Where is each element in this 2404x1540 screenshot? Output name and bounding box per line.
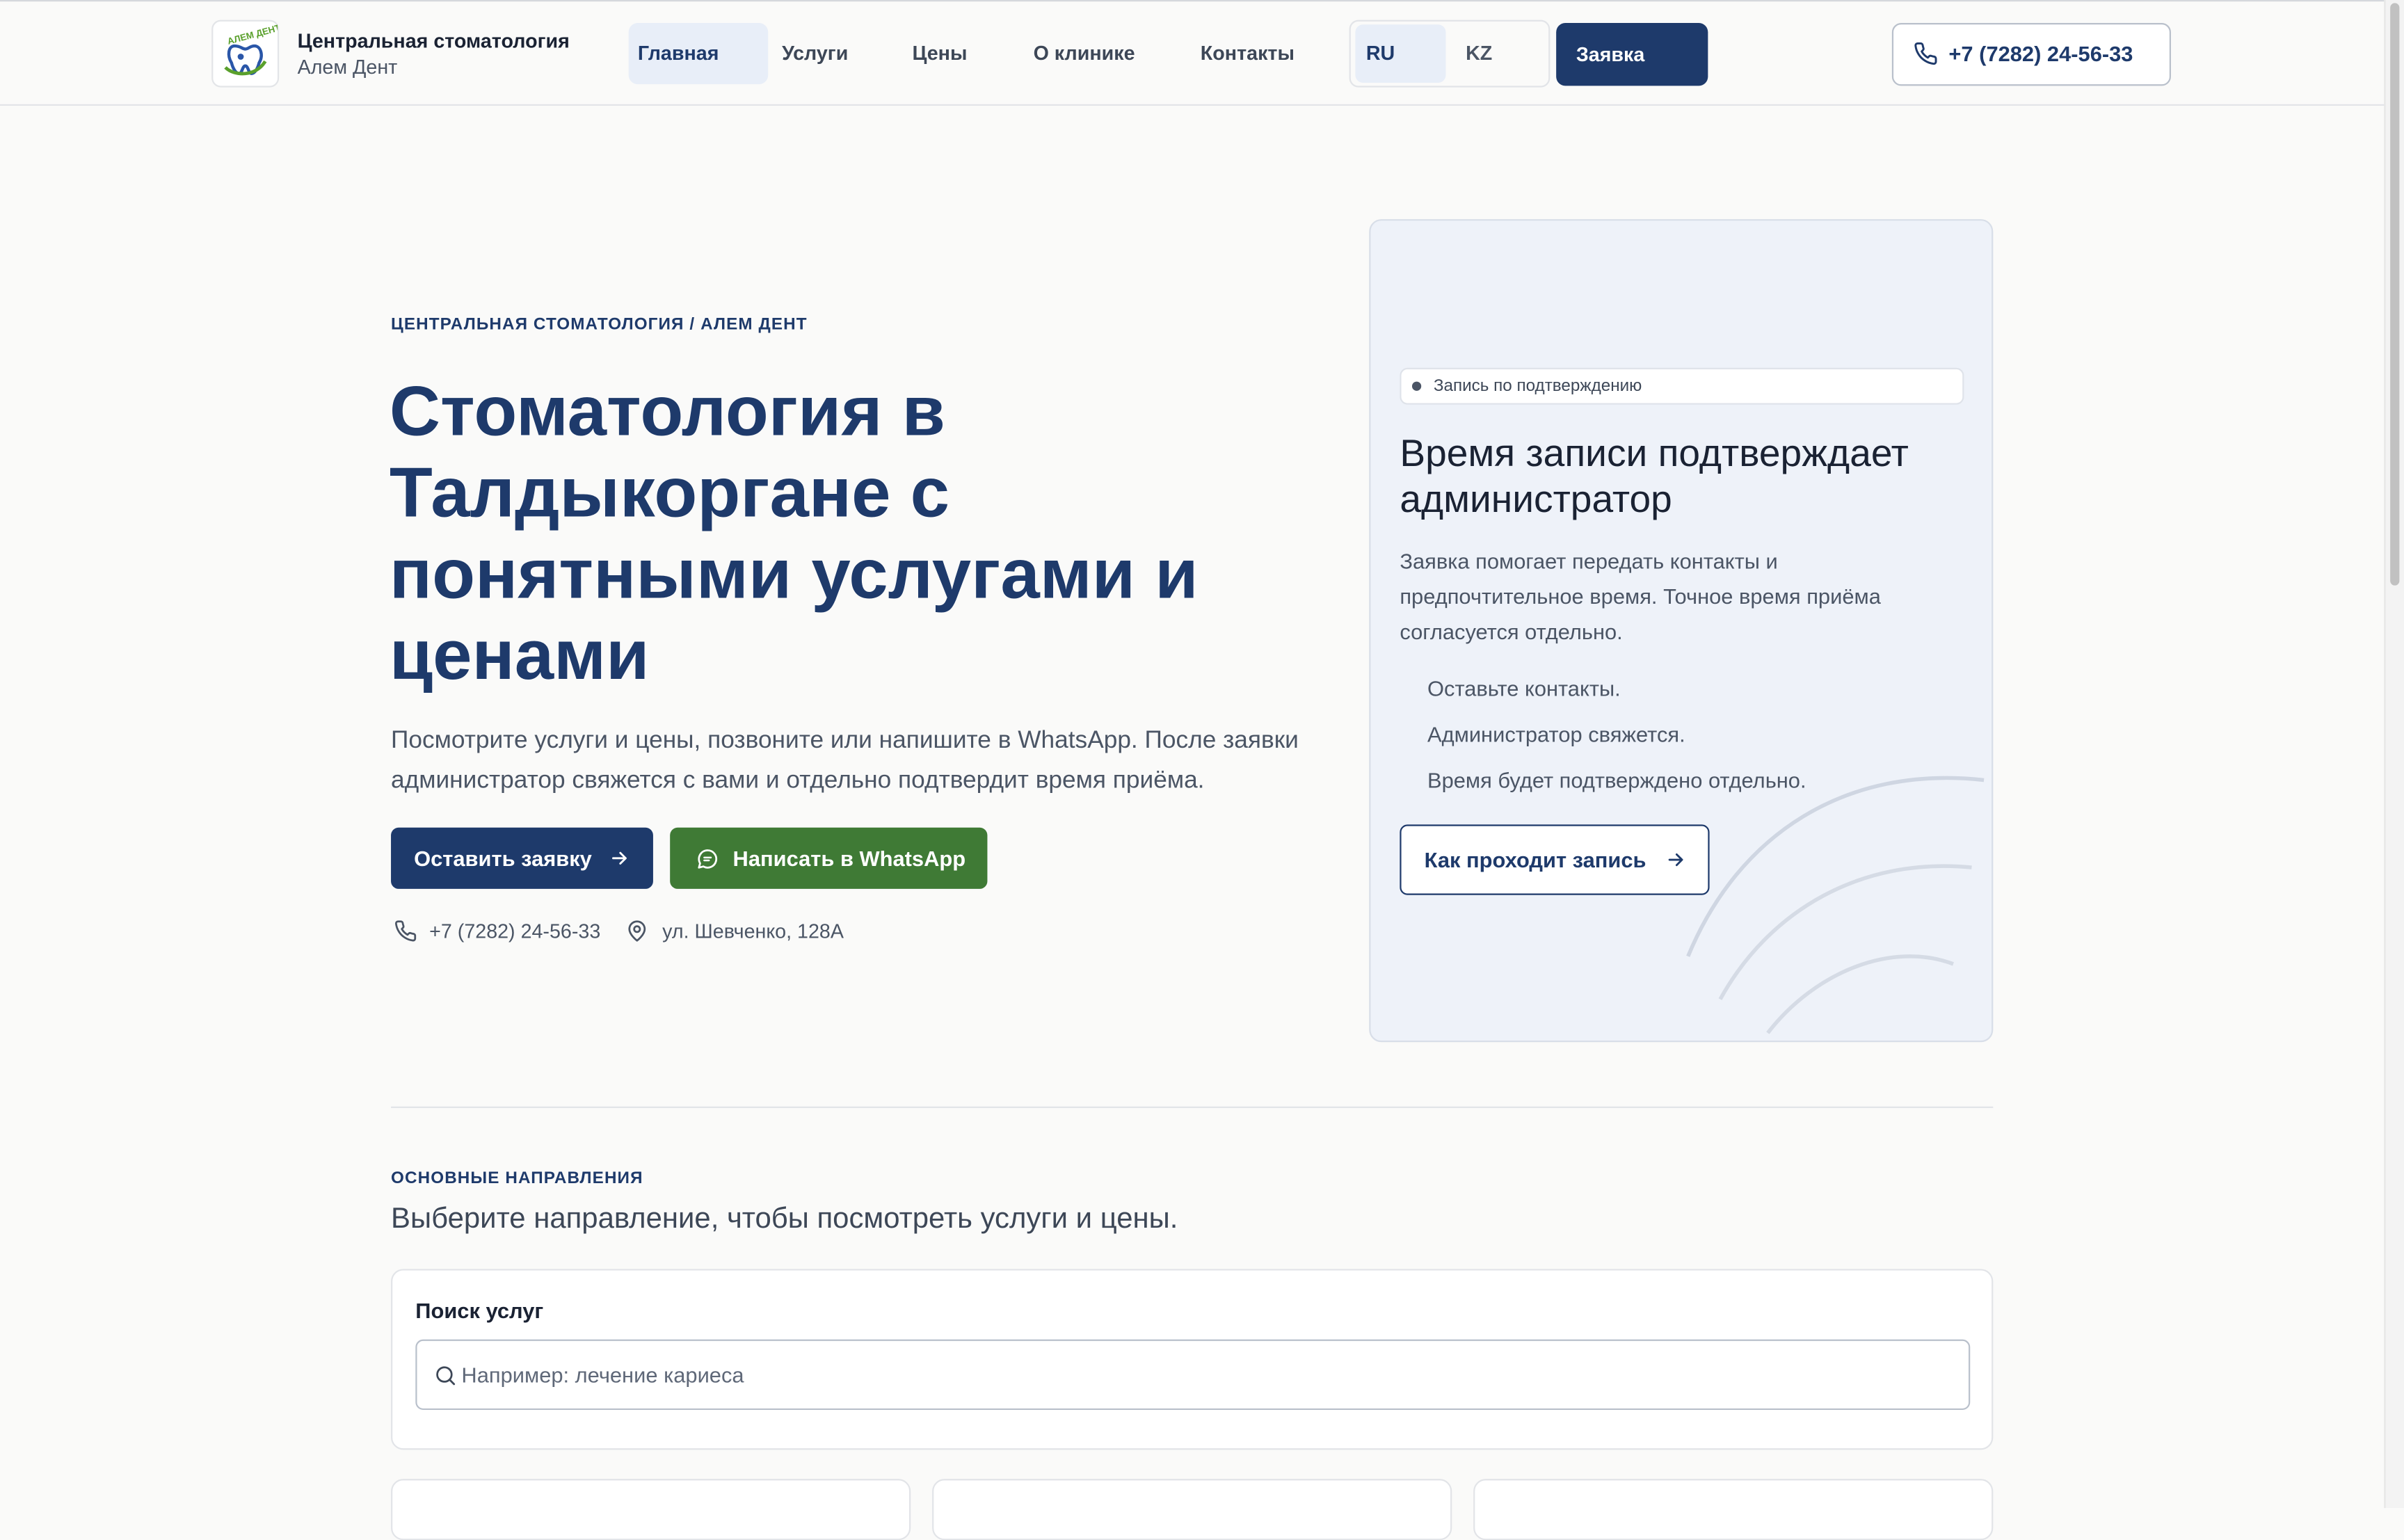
language-switcher: RU KZ xyxy=(1349,19,1550,88)
header-phone-button[interactable]: +7 (7282) 24-56-33 xyxy=(1891,23,2172,86)
leave-request-button[interactable]: Оставить заявку xyxy=(391,827,653,889)
directions-eyebrow: ОСНОВНЫЕ НАПРАВЛЕНИЯ xyxy=(391,1169,643,1188)
arrow-right-icon xyxy=(1668,853,1683,867)
whatsapp-label: Написать в WhatsApp xyxy=(732,846,966,871)
page: АЛЕМ ДЕНТ Центральная стоматология Алем … xyxy=(0,0,2404,1540)
service-card[interactable] xyxy=(391,1479,911,1540)
nav-prices[interactable]: Цены xyxy=(903,23,976,84)
hero-title: Стоматология в Талдыкоргане с понятными … xyxy=(389,371,1199,695)
search-input[interactable] xyxy=(461,1340,1934,1409)
card-description: Заявка помогает передать контакты и пред… xyxy=(1400,548,1881,644)
map-pin-icon xyxy=(628,920,646,942)
search-icon xyxy=(436,1366,456,1386)
leave-request-label: Оставить заявку xyxy=(414,846,592,871)
phone-icon xyxy=(394,920,417,942)
brand-title[interactable]: Центральная стоматология xyxy=(298,29,570,52)
how-booking-works-label: Как проходит запись xyxy=(1424,847,1646,872)
status-badge: Запись по подтверждению xyxy=(1400,367,1964,405)
hero-phone-link[interactable]: +7 (7282) 24-56-33 xyxy=(429,920,600,943)
lang-ru[interactable]: RU xyxy=(1355,24,1446,83)
header-phone-number: +7 (7282) 24-56-33 xyxy=(1948,41,2133,66)
card-title: Время записи подтверждает администратор xyxy=(1400,432,1909,522)
lang-kz[interactable]: KZ xyxy=(1458,24,1534,83)
clinic-logo[interactable]: АЛЕМ ДЕНТ xyxy=(211,19,282,88)
booking-info-card: Запись по подтверждению Время записи под… xyxy=(1369,219,1994,1043)
card-step-2: Администратор свяжется. xyxy=(1427,721,1685,747)
service-card[interactable] xyxy=(932,1479,1452,1540)
tooth-logo-icon: АЛЕМ ДЕНТ xyxy=(224,22,282,76)
section-divider xyxy=(391,1106,1994,1108)
nav-contacts[interactable]: Контакты xyxy=(1192,23,1304,84)
card-step-1: Оставьте контакты. xyxy=(1427,675,1621,700)
scrollbar-thumb[interactable] xyxy=(2390,3,2400,586)
phone-icon xyxy=(1914,42,1937,65)
card-step-3: Время будет подтверждено отдельно. xyxy=(1427,767,1806,793)
whatsapp-button[interactable]: Написать в WhatsApp xyxy=(670,827,988,889)
site-header: АЛЕМ ДЕНТ Центральная стоматология Алем … xyxy=(0,0,2385,106)
status-badge-text: Запись по подтверждению xyxy=(1433,377,1642,396)
hero-address: ул. Шевченко, 128А xyxy=(662,919,844,943)
how-booking-works-button[interactable]: Как проходит запись xyxy=(1400,824,1710,895)
directions-title: Выберите направление, чтобы посмотреть у… xyxy=(391,1203,1178,1235)
svg-text:АЛЕМ ДЕНТ: АЛЕМ ДЕНТ xyxy=(226,22,278,47)
search-label: Поиск услуг xyxy=(415,1298,544,1323)
nav-home[interactable]: Главная xyxy=(628,23,769,85)
request-button-header[interactable]: Заявка xyxy=(1556,23,1708,86)
brand-subtitle: Алем Дент xyxy=(297,55,398,79)
chat-icon xyxy=(698,849,718,869)
status-dot xyxy=(1411,381,1422,391)
nav-services[interactable]: Услуги xyxy=(773,23,858,84)
hero-eyebrow: ЦЕНТРАЛЬНАЯ СТОМАТОЛОГИЯ / АЛЕМ ДЕНТ xyxy=(391,315,808,335)
search-field[interactable] xyxy=(415,1339,1971,1411)
hero-description: Посмотрите услуги и цены, позвоните или … xyxy=(391,728,1299,794)
arrow-right-icon xyxy=(612,851,627,865)
nav-about[interactable]: О клинике xyxy=(1024,23,1144,84)
scrollbar[interactable] xyxy=(2384,0,2404,1509)
service-card[interactable] xyxy=(1473,1479,1994,1540)
service-search-panel: Поиск услуг xyxy=(391,1269,1994,1450)
